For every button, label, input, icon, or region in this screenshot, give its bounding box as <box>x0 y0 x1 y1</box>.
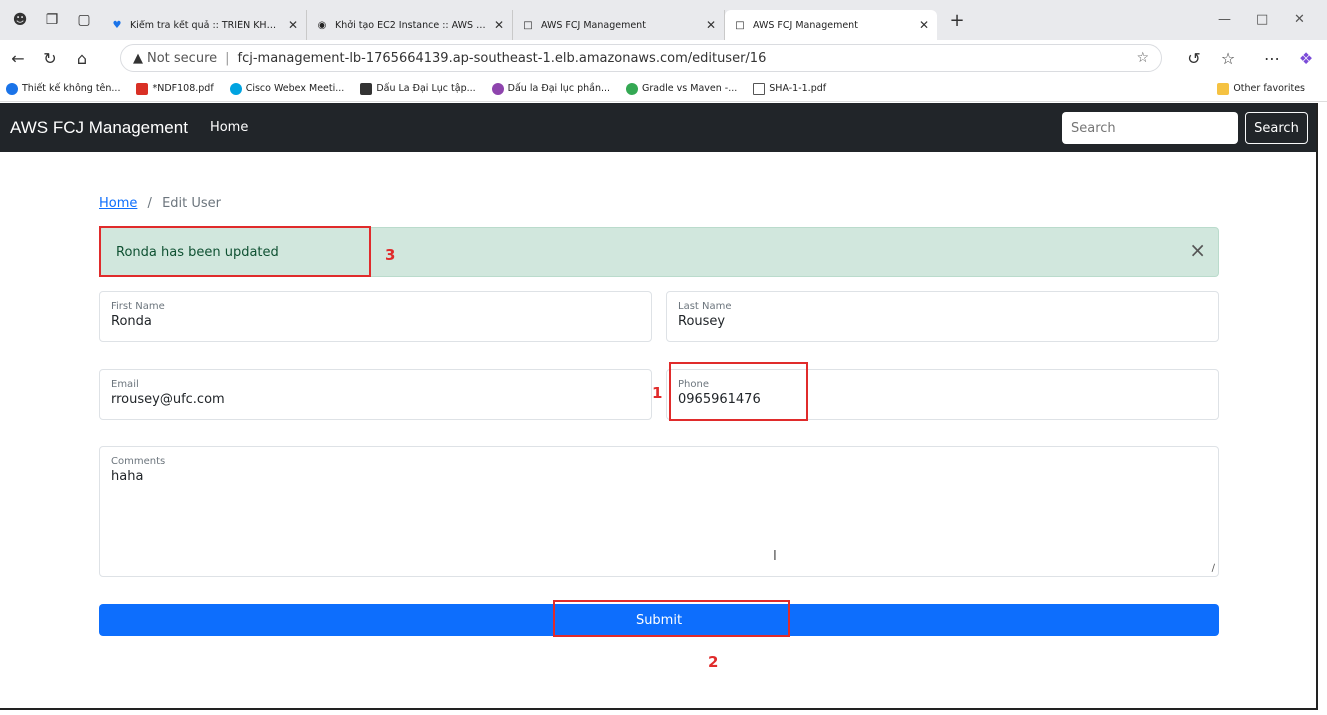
annotation-box-submit <box>553 600 790 637</box>
bookmark-item[interactable]: Gradle vs Maven -... <box>626 82 737 95</box>
refresh-icon[interactable]: ↻ <box>36 44 64 72</box>
web-page: AWS FCJ Management Home Search Home / Ed… <box>0 103 1318 710</box>
first-name-label: First Name <box>111 301 165 312</box>
navbar-brand[interactable]: AWS FCJ Management <box>10 118 188 138</box>
warning-icon[interactable]: ▲ <box>133 51 143 66</box>
extensions-icon[interactable]: ↺ <box>1180 44 1208 72</box>
comments-label: Comments <box>111 456 166 467</box>
comments-field[interactable]: Comments haha ∕ <box>99 446 1219 577</box>
search-button[interactable]: Search <box>1245 112 1308 144</box>
new-tab-button[interactable]: + <box>945 8 969 32</box>
last-name-field[interactable]: Last Name Rousey <box>666 291 1219 342</box>
bookmark-item[interactable]: Cisco Webex Meeti... <box>229 82 344 95</box>
minimize-icon[interactable]: — <box>1218 12 1231 27</box>
annotation-number-2: 2 <box>708 653 719 671</box>
page-icon: □ <box>735 19 745 31</box>
favorites-list-icon[interactable]: ☆ <box>1214 44 1242 72</box>
email-field[interactable]: Email rrousey@ufc.com <box>99 369 652 420</box>
comments-value[interactable]: haha <box>111 469 1207 484</box>
book-icon <box>360 82 373 95</box>
workspaces-icon[interactable]: ❐ <box>40 8 64 32</box>
close-tab-icon[interactable]: ✕ <box>706 18 716 32</box>
browser-tab-strip: ☻ ❐ ▢ ♥ Kiểm tra kết quả :: TRIỂN KHAI Ứ… <box>0 0 1327 40</box>
home-icon[interactable]: ⌂ <box>68 44 96 72</box>
site-favicon-icon: ◉ <box>317 19 327 31</box>
first-name-field[interactable]: First Name Ronda <box>99 291 652 342</box>
bookmark-icon <box>491 82 504 95</box>
url-field[interactable]: ▲ Not secure | fcj-management-lb-1765664… <box>120 44 1162 72</box>
nav-link-home[interactable]: Home <box>210 120 248 135</box>
restore-icon[interactable]: □ <box>1256 12 1268 27</box>
webex-icon <box>229 82 242 95</box>
last-name-label: Last Name <box>678 301 732 312</box>
back-arrow-icon[interactable]: ← <box>4 44 32 72</box>
close-icon[interactable]: × <box>1189 240 1206 260</box>
close-tab-icon[interactable]: ✕ <box>288 18 298 32</box>
browser-tab[interactable]: □ AWS FCJ Management ✕ <box>513 10 725 40</box>
first-name-value[interactable]: Ronda <box>111 314 640 329</box>
text-cursor-icon: I <box>773 549 777 564</box>
browser-tab[interactable]: ◉ Khởi tạo EC2 Instance :: AWS Syst ✕ <box>307 10 513 40</box>
breadcrumb-home-link[interactable]: Home <box>99 196 137 211</box>
bookmark-item[interactable]: *NDF108.pdf <box>136 82 214 95</box>
breadcrumb: Home / Edit User <box>99 196 221 211</box>
bookmark-icon <box>6 82 18 95</box>
bookmark-item[interactable]: Dấu La Đại Lục tập... <box>360 82 476 95</box>
url-separator: | <box>225 50 230 66</box>
close-tab-icon[interactable]: ✕ <box>919 18 929 32</box>
top-navbar: AWS FCJ Management Home Search <box>0 103 1316 152</box>
favorite-star-icon[interactable]: ☆ <box>1136 50 1149 66</box>
other-favorites-folder[interactable]: Other favorites <box>1217 82 1305 95</box>
gradle-icon <box>626 82 639 95</box>
tab-actions-icon[interactable]: ▢ <box>72 8 96 32</box>
last-name-value[interactable]: Rousey <box>678 314 1207 329</box>
search-input[interactable] <box>1062 112 1238 144</box>
url-text[interactable]: fcj-management-lb-1765664139.ap-southeas… <box>238 51 767 66</box>
pdf-icon <box>136 82 149 95</box>
bookmarks-bar: Thiết kế không tên... *NDF108.pdf Cisco … <box>0 76 1327 102</box>
not-secure-label[interactable]: Not secure <box>147 51 217 66</box>
bookmark-item[interactable]: Thiết kế không tên... <box>6 82 120 95</box>
copilot-icon[interactable]: ❖ <box>1292 44 1320 72</box>
annotation-number-3: 3 <box>385 246 396 264</box>
page-icon <box>753 82 766 95</box>
email-value[interactable]: rrousey@ufc.com <box>111 392 640 407</box>
page-icon: □ <box>523 19 533 31</box>
breadcrumb-separator: / <box>147 196 152 211</box>
email-label: Email <box>111 379 139 390</box>
resize-handle-icon[interactable]: ∕ <box>1212 563 1215 574</box>
annotation-number-1: 1 <box>652 384 663 402</box>
annotation-box-alert <box>99 226 371 277</box>
folder-icon <box>1217 82 1230 95</box>
browser-tab-active[interactable]: □ AWS FCJ Management ✕ <box>725 10 937 40</box>
annotation-box-phone <box>669 362 808 421</box>
bookmark-item[interactable]: Dấu la Đại lục phần... <box>491 82 610 95</box>
profile-avatar-icon[interactable]: ☻ <box>8 8 32 32</box>
more-menu-icon[interactable]: ⋯ <box>1258 44 1286 72</box>
bookmark-item[interactable]: SHA-1-1.pdf <box>753 82 826 95</box>
address-bar-row: ← ↻ ⌂ ▲ Not secure | fcj-management-lb-1… <box>0 40 1327 76</box>
close-window-icon[interactable]: ✕ <box>1294 12 1305 27</box>
close-tab-icon[interactable]: ✕ <box>494 18 504 32</box>
site-favicon-icon: ♥ <box>112 19 122 31</box>
breadcrumb-current: Edit User <box>162 196 222 211</box>
browser-tab[interactable]: ♥ Kiểm tra kết quả :: TRIỂN KHAI ỨN ✕ <box>102 10 307 40</box>
